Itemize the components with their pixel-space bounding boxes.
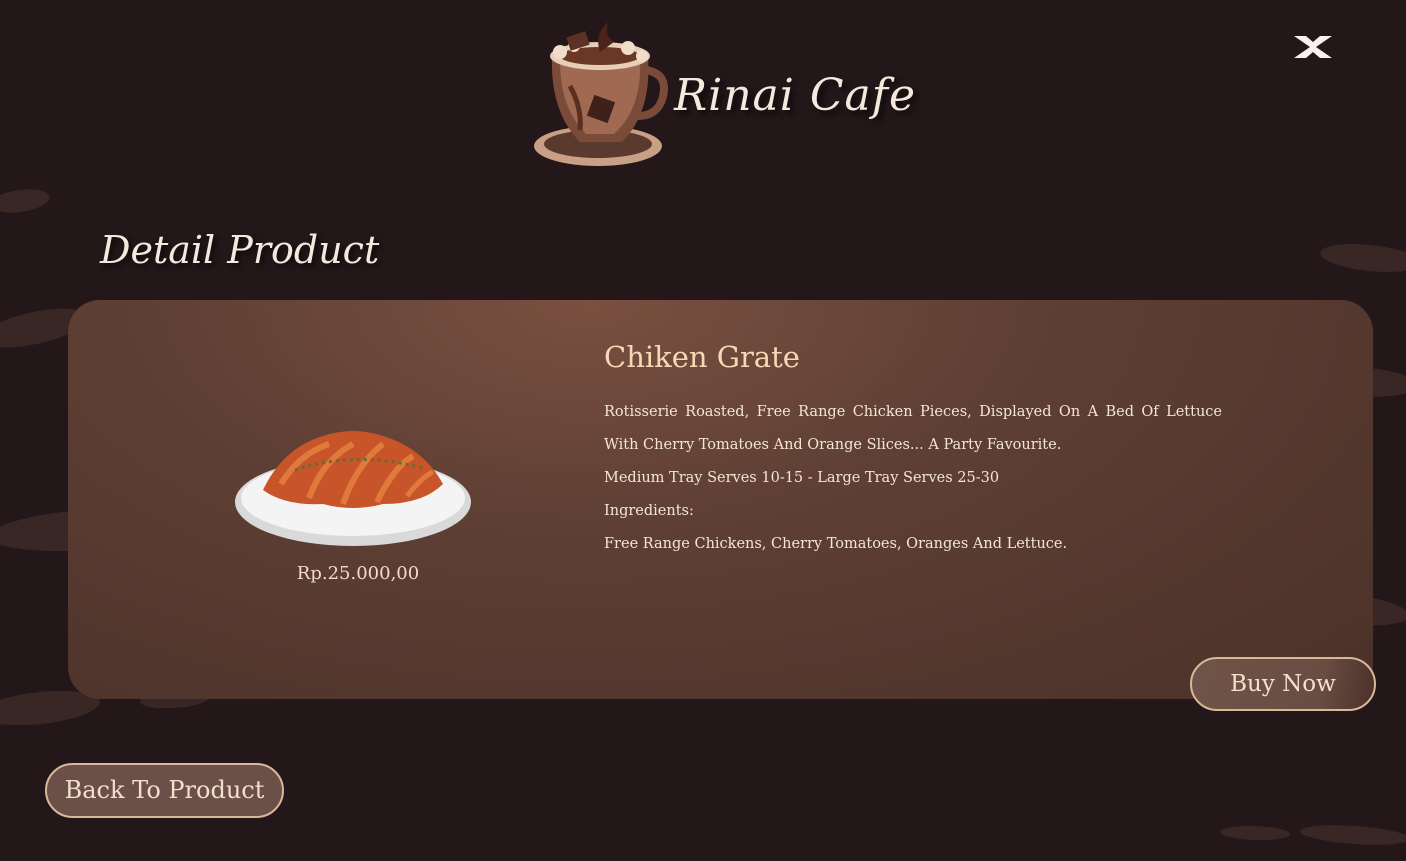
description-line: Ingredients: xyxy=(604,503,694,519)
brand-name: Rinai Cafe xyxy=(674,70,917,121)
description-line: Medium Tray Serves 10-15 - Large Tray Se… xyxy=(604,470,1000,486)
page-title: Detail Product xyxy=(100,228,380,272)
background-bean xyxy=(0,185,52,217)
product-name: Chiken Grate xyxy=(604,340,800,374)
description-line: Free Range Chickens, Cherry Tomatoes, Or… xyxy=(604,536,1068,552)
croissant-plate-image xyxy=(235,431,471,546)
background-bean xyxy=(1299,822,1406,848)
back-to-product-button[interactable]: Back To Product xyxy=(45,763,284,818)
coffee-cup-logo xyxy=(534,22,668,166)
product-description: Rotisserie Roasted, Free Range Chicken P… xyxy=(604,396,1222,561)
description-line: Rotisserie Roasted, Free Range Chicken P… xyxy=(604,404,1222,453)
buy-now-button[interactable]: Buy Now xyxy=(1190,657,1376,711)
product-price: Rp.25.000,00 xyxy=(296,563,420,584)
background-bean xyxy=(1318,239,1406,277)
background-bean xyxy=(1219,824,1291,842)
header: Rinai Cafe xyxy=(0,0,1406,180)
product-detail-card: Rp.25.000,00 Chiken Grate Rotisserie Roa… xyxy=(68,300,1373,699)
close-icon[interactable] xyxy=(1290,32,1336,62)
